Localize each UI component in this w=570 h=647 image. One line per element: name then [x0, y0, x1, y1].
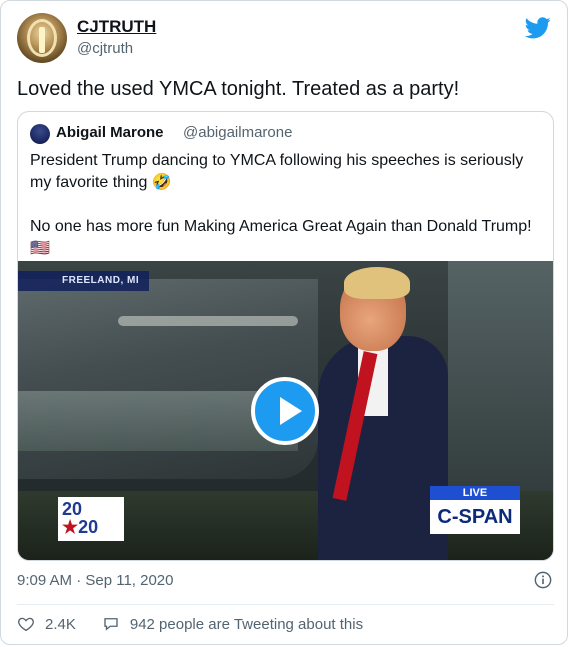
cspan-live-badge: LIVE C-SPAN — [430, 486, 520, 536]
author-display-name[interactable]: CJTRUTH — [77, 17, 156, 37]
quoted-text-paragraph-1: President Trump dancing to YMCA followin… — [30, 152, 524, 191]
tweet-text: Loved the used YMCA tonight. Treated as … — [17, 78, 460, 100]
quoted-author-handle[interactable]: @abigailmarone — [183, 124, 292, 141]
video-player[interactable]: FREELAND, MI 20 ★20 LIVE C-SPAN — [18, 261, 553, 560]
network-logo: C-SPAN — [430, 500, 520, 534]
tweet-card: CJTRUTH @cjtruth Loved the used YMCA ton… — [0, 0, 568, 645]
tweet-timestamp[interactable]: 9:09 AM · Sep 11, 2020 — [17, 572, 174, 589]
speech-bubble-icon[interactable] — [102, 615, 120, 633]
live-label: LIVE — [430, 486, 520, 500]
quoted-text-paragraph-2: No one has more fun Making America Great… — [30, 218, 532, 257]
author-handle[interactable]: @cjtruth — [77, 40, 133, 57]
divider — [17, 604, 554, 605]
twitter-bird-icon[interactable] — [525, 17, 551, 39]
author-avatar[interactable] — [17, 13, 67, 63]
like-action[interactable]: 2.4K — [17, 615, 76, 633]
like-count: 2.4K — [45, 615, 76, 633]
conversation-action[interactable]: 942 people are Tweeting about this — [102, 615, 363, 633]
info-icon[interactable] — [534, 571, 552, 589]
conversation-count: 942 people are Tweeting about this — [129, 615, 364, 633]
quoted-author-display-name[interactable]: Abigail Marone — [56, 124, 164, 141]
tweet-actions: 2.4K 942 people are Tweeting about this — [17, 613, 363, 635]
quoted-tweet-text: President Trump dancing to YMCA followin… — [30, 150, 540, 260]
video-location-label: FREELAND, MI — [18, 271, 150, 291]
quoted-author-avatar[interactable] — [30, 124, 50, 144]
quoted-tweet[interactable]: Abigail Marone @abigailmarone President … — [17, 111, 554, 561]
heart-icon[interactable] — [17, 615, 35, 633]
play-button[interactable] — [251, 377, 319, 445]
election-2020-logo: 20 ★20 — [58, 497, 124, 541]
